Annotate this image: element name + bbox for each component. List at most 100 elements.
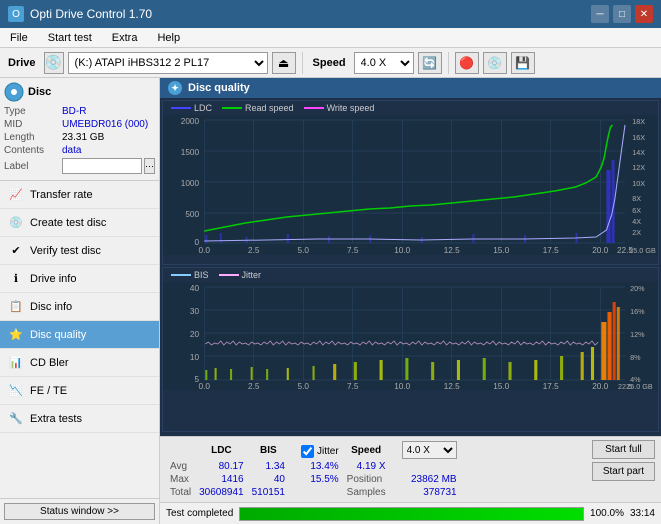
sidebar-item-label-disc-quality: Disc quality: [30, 329, 86, 341]
sidebar-item-label-create-test-disc: Create test disc: [30, 217, 106, 229]
drive-select[interactable]: (K:) ATAPI iHBS312 2 PL17: [68, 52, 268, 74]
jitter-checkbox[interactable]: [301, 445, 314, 458]
separator2: [448, 52, 449, 74]
sidebar-item-extra-tests[interactable]: 🔧 Extra tests: [0, 405, 159, 433]
svg-text:2X: 2X: [632, 229, 641, 237]
read-legend-dot: [222, 107, 242, 109]
sidebar-item-fe-te[interactable]: 📉 FE / TE: [0, 377, 159, 405]
write-legend-dot: [304, 107, 324, 109]
svg-text:20%: 20%: [630, 285, 645, 293]
refresh-icon[interactable]: 🔄: [418, 52, 442, 74]
menu-help[interactable]: Help: [151, 28, 186, 48]
disc2-icon[interactable]: 💿: [483, 52, 507, 74]
start-part-button[interactable]: Start part: [592, 462, 655, 481]
progress-bar-wrap: [239, 507, 584, 521]
svg-text:10X: 10X: [632, 180, 645, 188]
avg-speed: 4.19 X: [343, 460, 390, 473]
svg-text:8%: 8%: [630, 354, 641, 362]
disc-label-input[interactable]: [62, 158, 142, 174]
svg-text:20.0: 20.0: [592, 246, 609, 255]
status-window-button[interactable]: Status window >>: [4, 503, 155, 520]
samples-val: 378731: [390, 486, 461, 499]
disc-quality-header: ✦ Disc quality: [160, 78, 661, 98]
sidebar-item-drive-info[interactable]: ℹ Drive info: [0, 265, 159, 293]
bis-col-header: BIS: [248, 440, 289, 460]
position-label: Position: [343, 473, 390, 486]
svg-text:5.0: 5.0: [298, 246, 310, 255]
menu-file[interactable]: File: [4, 28, 34, 48]
title-bar-controls: ─ □ ✕: [591, 5, 653, 23]
sidebar-item-disc-info[interactable]: 📋 Disc info: [0, 293, 159, 321]
sidebar-item-disc-quality[interactable]: ⭐ Disc quality: [0, 321, 159, 349]
disc-contents-row: Contents data: [4, 145, 155, 156]
bottom-chart: BIS Jitter: [162, 267, 659, 432]
read-legend-label: Read speed: [245, 103, 294, 113]
disc-label-row: Label ⋯: [4, 158, 155, 174]
toolbar: Drive 💿 (K:) ATAPI iHBS312 2 PL17 ⏏ Spee…: [0, 48, 661, 78]
svg-text:2.5: 2.5: [248, 382, 260, 390]
svg-text:16X: 16X: [632, 134, 645, 142]
svg-text:15.0: 15.0: [493, 382, 510, 390]
svg-text:12.5: 12.5: [444, 246, 461, 255]
sidebar-item-verify-test-disc[interactable]: ✔ Verify test disc: [0, 237, 159, 265]
disc-type-key: Type: [4, 106, 62, 117]
speed-select[interactable]: 4.0 X: [354, 52, 414, 74]
drive-icon: 💿: [44, 52, 64, 74]
disc-type-val: BD-R: [62, 106, 86, 117]
disc-panel-icon: [4, 82, 24, 102]
svg-text:0.0: 0.0: [199, 382, 211, 390]
sidebar-item-label-fe-te: FE / TE: [30, 385, 67, 397]
disc-quality-title: Disc quality: [188, 82, 250, 94]
speed-dropdown[interactable]: 4.0 X: [402, 441, 457, 459]
disc-label-btn[interactable]: ⋯: [144, 158, 155, 174]
svg-text:16%: 16%: [630, 308, 645, 316]
start-full-button[interactable]: Start full: [592, 440, 655, 459]
eject-icon[interactable]: ⏏: [272, 52, 296, 74]
legend-read: Read speed: [222, 103, 294, 113]
minimize-button[interactable]: ─: [591, 5, 609, 23]
verify-test-disc-icon: ✔: [8, 243, 24, 259]
sidebar-item-create-test-disc[interactable]: 💿 Create test disc: [0, 209, 159, 237]
close-button[interactable]: ✕: [635, 5, 653, 23]
main-layout: Disc Type BD-R MID UMEBDR016 (000) Lengt…: [0, 78, 661, 524]
stats-table: LDC BIS Jitter Speed 4.0 X: [166, 440, 461, 499]
max-jitter: 15.5%: [297, 473, 343, 486]
disc-mid-val: UMEBDR016 (000): [62, 119, 148, 130]
menu-extra[interactable]: Extra: [106, 28, 144, 48]
separator: [302, 52, 303, 74]
write-legend-label: Write speed: [327, 103, 375, 113]
svg-text:4X: 4X: [632, 218, 641, 226]
extra-tests-icon: 🔧: [8, 411, 24, 427]
sidebar-item-label-cd-bler: CD Bler: [30, 357, 69, 369]
max-ldc: 1416: [195, 473, 248, 486]
top-chart-legend: LDC Read speed Write speed: [163, 101, 658, 115]
svg-text:7.5: 7.5: [347, 246, 359, 255]
transfer-rate-icon: 📈: [8, 187, 24, 203]
menu-bar: File Start test Extra Help: [0, 28, 661, 48]
svg-text:14X: 14X: [632, 149, 645, 157]
maximize-button[interactable]: □: [613, 5, 631, 23]
sidebar-item-transfer-rate[interactable]: 📈 Transfer rate: [0, 181, 159, 209]
avg-ldc: 80.17: [195, 460, 248, 473]
menu-start-test[interactable]: Start test: [42, 28, 98, 48]
position-val: 23862 MB: [390, 473, 461, 486]
svg-text:40: 40: [190, 284, 200, 293]
svg-text:20: 20: [190, 330, 200, 339]
legend-ldc: LDC: [171, 103, 212, 113]
legend-write: Write speed: [304, 103, 375, 113]
save-icon[interactable]: 💾: [511, 52, 535, 74]
samples-label: Samples: [343, 486, 390, 499]
top-chart-svg: 2000 1500 1000 500 0 0.0 2.5 5.0 7.5 10.…: [163, 115, 658, 255]
avg-jitter: 13.4%: [297, 460, 343, 473]
svg-text:12%: 12%: [630, 331, 645, 339]
action-buttons: Start full Start part: [592, 440, 655, 481]
drive-label: Drive: [4, 57, 40, 69]
disc-label-key: Label: [4, 161, 62, 172]
disc-mid-key: MID: [4, 119, 62, 130]
svg-text:17.5: 17.5: [543, 382, 560, 390]
speed-label: Speed: [309, 57, 350, 69]
svg-text:18X: 18X: [632, 118, 645, 126]
svg-text:5.0: 5.0: [298, 382, 310, 390]
sidebar-item-cd-bler[interactable]: 📊 CD Bler: [0, 349, 159, 377]
burn-icon[interactable]: 🔴: [455, 52, 479, 74]
